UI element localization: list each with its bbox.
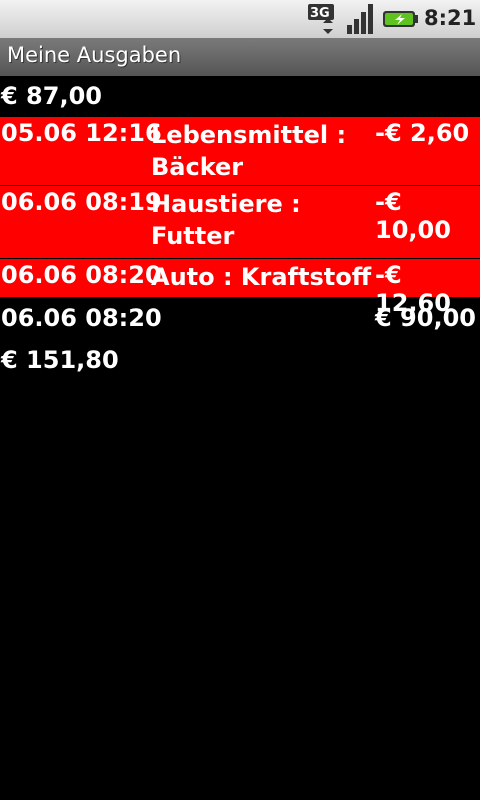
transaction-row[interactable]: 06.06 08:19 Haustiere : Futter -€ 10,00 — [0, 185, 480, 258]
app-title: Meine Ausgaben — [7, 43, 182, 67]
transaction-amount: -€ 10,00 — [375, 188, 451, 244]
expense-list: € 87,00 05.06 12:16 Lebensmittel : Bäcke… — [0, 76, 480, 380]
transaction-date: 06.06 08:20 — [1, 261, 162, 289]
transaction-amount: -€ 2,60 — [375, 119, 470, 147]
status-time: 8:21 — [424, 6, 477, 30]
transaction-category: Auto : Kraftstoff — [151, 263, 372, 291]
transaction-row[interactable]: 06.06 08:20 € 90,00 — [0, 302, 480, 340]
transaction-date: 05.06 12:16 — [1, 119, 162, 147]
transaction-row[interactable]: 05.06 12:16 Lebensmittel : Bäcker -€ 2,6… — [0, 117, 480, 185]
app-title-bar: Meine Ausgaben — [0, 38, 480, 76]
battery-charging-icon — [383, 11, 418, 27]
total-balance: € 151,80 — [1, 346, 119, 374]
transaction-amount: € 90,00 — [375, 304, 476, 332]
3g-data-icon: 3G — [308, 4, 334, 34]
signal-strength-icon — [347, 4, 373, 34]
transaction-date: 06.06 08:19 — [1, 188, 162, 216]
transaction-date: 06.06 08:20 — [1, 304, 162, 332]
transaction-category: Haustiere : Futter — [151, 190, 301, 250]
opening-balance: € 87,00 — [1, 82, 102, 110]
transaction-category: Lebensmittel : Bäcker — [151, 121, 347, 181]
status-bar: 3G 8:21 — [0, 0, 480, 38]
transaction-row[interactable]: 06.06 08:20 Auto : Kraftstoff -€ 12,60 — [0, 258, 480, 317]
svg-text:3G: 3G — [310, 6, 330, 21]
